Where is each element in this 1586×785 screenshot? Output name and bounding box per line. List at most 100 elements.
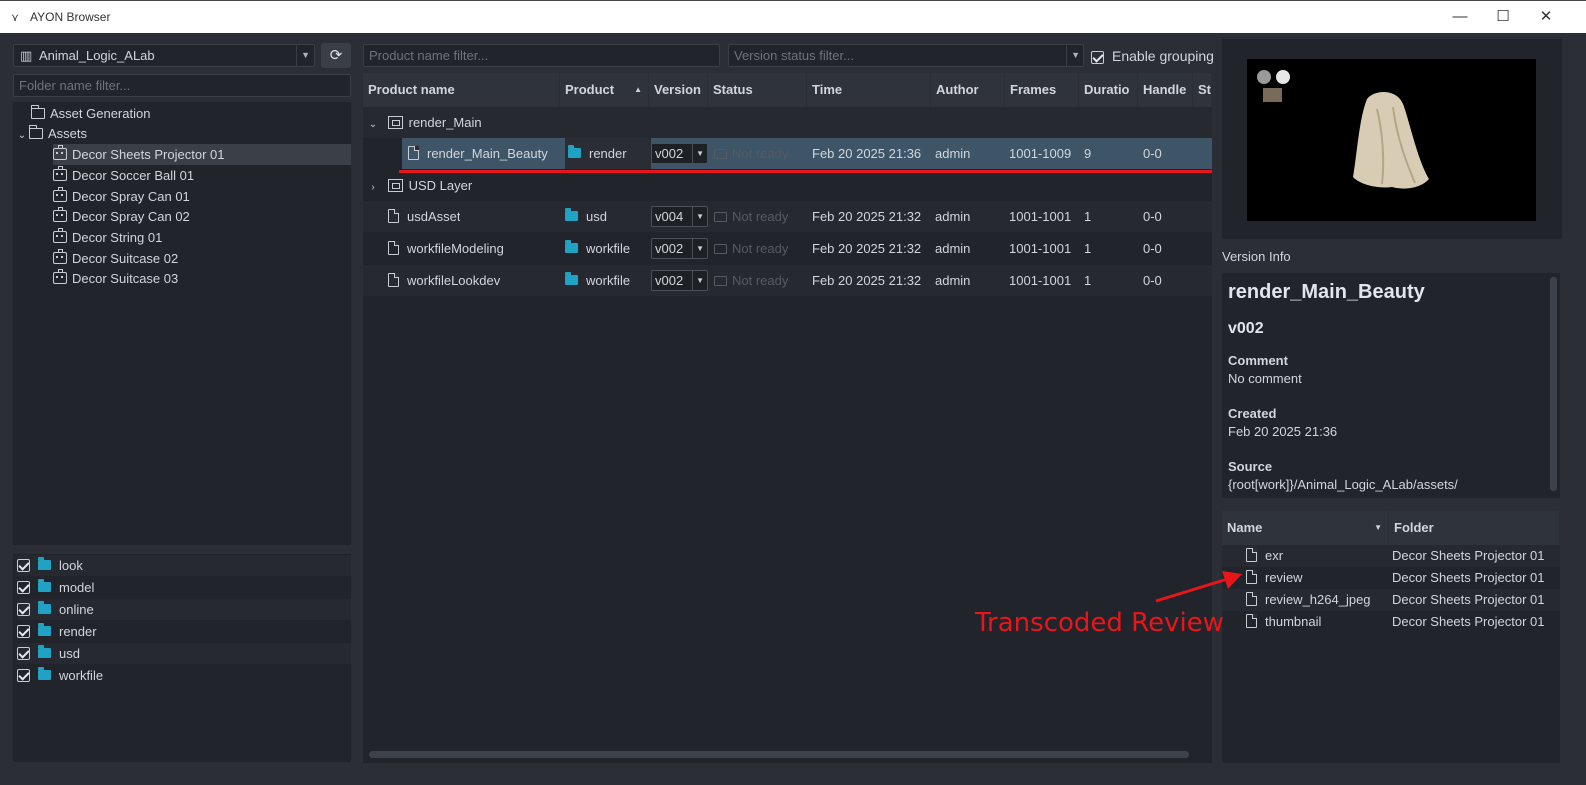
product-type-item[interactable]: workfile	[17, 665, 103, 686]
ayon-logo-icon: ⋎	[11, 12, 20, 24]
checkbox-checked-icon[interactable]	[17, 581, 30, 594]
product-name-cell: workfileModeling	[388, 233, 504, 264]
table-row[interactable]: workfileModeling workfile v002 ▼ Not read…	[363, 233, 1212, 264]
group-label: USD Layer	[408, 178, 473, 193]
column-header[interactable]: Product name	[363, 73, 560, 107]
duration-cell: 9	[1084, 146, 1092, 161]
frames-cell: 1001-1001	[1009, 241, 1072, 256]
asset-label: Decor Sheets Projector 01	[72, 147, 225, 162]
product-type-item[interactable]: look	[17, 555, 351, 576]
product-type-item[interactable]: online	[17, 599, 351, 620]
version-status-filter[interactable]: Version status filter... ▼	[728, 44, 1084, 67]
checkbox-checked-icon[interactable]	[17, 559, 30, 572]
asset-item[interactable]: Decor Sheets Projector 01	[53, 144, 351, 165]
chevron-down-icon[interactable]: ⌄	[15, 125, 29, 146]
group-row[interactable]: › USD Layer	[363, 172, 1212, 200]
representation-row[interactable]: review_h264_jpeg Decor Sheets Projector 0…	[1222, 589, 1560, 611]
comment-value: No comment	[1228, 371, 1302, 386]
refresh-button[interactable]: ⟳	[321, 43, 351, 68]
table-row[interactable]: usdAsset usd v004 ▼ Not ready Feb 20 2025…	[363, 201, 1212, 232]
product-type-item[interactable]: usd	[17, 643, 351, 664]
checkbox-checked-icon[interactable]	[1091, 51, 1104, 64]
folder-icon	[38, 601, 51, 614]
status-badge-icon	[714, 244, 727, 254]
horizontal-scrollbar[interactable]	[369, 751, 1189, 758]
version-selector[interactable]: v002 ▼	[651, 143, 708, 164]
column-header[interactable]: Status	[708, 73, 807, 107]
checkbox-checked-icon[interactable]	[17, 603, 30, 616]
folder-item-asset-generation[interactable]: Asset Generation	[31, 103, 150, 124]
asset-label: Decor Spray Can 01	[72, 189, 190, 204]
column-header[interactable]: Name ▼	[1222, 511, 1389, 545]
product-type-cell: usd	[565, 201, 607, 232]
checkbox-checked-icon[interactable]	[17, 647, 30, 660]
product-type-item[interactable]: model	[17, 577, 94, 598]
product-type: render	[589, 146, 627, 161]
column-label: Product	[565, 82, 615, 97]
product-name-cell: render_Main_Beauty	[408, 138, 548, 169]
folder-item-assets[interactable]: ⌄ Assets	[15, 123, 87, 144]
asset-icon	[53, 207, 67, 222]
column-header[interactable]: Frames	[1005, 73, 1079, 107]
column-header[interactable]: Handle	[1138, 73, 1193, 107]
frames-cell: 1001-1001	[1009, 209, 1072, 224]
folder-icon	[565, 240, 578, 253]
color-chart-icon	[1263, 88, 1282, 102]
asset-label: Decor Soccer Ball 01	[72, 168, 195, 183]
grouping-checkbox[interactable]: Enable grouping	[1091, 46, 1214, 66]
version-info-scrollbar[interactable]	[1550, 277, 1557, 491]
column-header[interactable]: Author	[931, 73, 1005, 107]
version-value: v002	[655, 273, 684, 288]
minimize-button[interactable]: —	[1445, 6, 1475, 28]
asset-item[interactable]: Decor Suitcase 03	[53, 268, 178, 289]
version-selector[interactable]: v002 ▼	[651, 238, 708, 259]
created-value: Feb 20 2025 21:36	[1228, 424, 1338, 439]
chevron-right-icon[interactable]: ›	[366, 174, 380, 200]
version-selector[interactable]: v002 ▼	[651, 270, 708, 291]
title-bar: ⋎ AYON Browser — ☐ ✕	[0, 0, 1586, 33]
folder-icon	[38, 623, 51, 636]
asset-label: Decor String 01	[72, 230, 163, 245]
column-header[interactable]: St	[1193, 73, 1212, 107]
asset-item[interactable]: Decor String 01	[53, 227, 162, 248]
column-header[interactable]: Folder	[1389, 511, 1560, 545]
asset-item[interactable]: Decor Suitcase 02	[53, 248, 178, 269]
asset-item[interactable]: Decor Soccer Ball 01	[53, 165, 194, 186]
chevron-down-icon: ▼	[692, 207, 704, 226]
checkbox-checked-icon[interactable]	[17, 669, 30, 682]
status-badge-icon	[714, 276, 727, 286]
product-name: usdAsset	[407, 209, 461, 224]
version-value: v004	[655, 209, 684, 224]
product-type-label: online	[59, 602, 94, 617]
asset-item[interactable]: Decor Spray Can 01	[53, 186, 190, 207]
asset-item[interactable]: Decor Spray Can 02	[53, 206, 190, 227]
project-selector[interactable]: ▥ Animal_Logic_ALab ▼	[13, 44, 315, 67]
column-header[interactable]: Time	[807, 73, 931, 107]
table-row[interactable]: workfileLookdev workfile v002 ▼ Not ready…	[363, 265, 1212, 296]
representation-row[interactable]: review Decor Sheets Projector 01	[1222, 567, 1560, 589]
annotation-arrow	[1155, 571, 1242, 603]
status-badge-icon	[714, 212, 727, 222]
frames-cell: 1001-1001	[1009, 273, 1072, 288]
asset-icon	[53, 228, 67, 243]
group-row[interactable]: ⌄ render_Main	[363, 107, 1212, 138]
representation-row[interactable]: thumbnail Decor Sheets Projector 01	[1222, 611, 1560, 633]
version-selector[interactable]: v004 ▼	[651, 206, 708, 227]
checkbox-checked-icon[interactable]	[17, 625, 30, 638]
folder-tree: Asset Generation ⌄ Assets Decor Sheets Pr…	[13, 102, 351, 545]
sort-up-icon: ▲	[634, 85, 642, 94]
column-header[interactable]: Product ▲	[560, 73, 649, 107]
representation-row[interactable]: exr Decor Sheets Projector 01	[1222, 545, 1560, 567]
product-name-filter-input[interactable]: Product name filter...	[363, 44, 720, 67]
folder-filter-input[interactable]: Folder name filter...	[13, 74, 351, 97]
representation-folder: Decor Sheets Projector 01	[1392, 614, 1545, 629]
chevron-down-icon[interactable]: ⌄	[366, 109, 380, 138]
product-type-label: workfile	[59, 668, 104, 683]
maximize-button[interactable]: ☐	[1488, 6, 1518, 28]
column-header[interactable]: Duratio	[1079, 73, 1138, 107]
product-type-item[interactable]: render	[17, 621, 97, 642]
close-button[interactable]: ✕	[1531, 6, 1561, 28]
table-row[interactable]: render_Main_Beauty render v002 ▼ Not read…	[402, 138, 1212, 169]
column-header[interactable]: Version	[649, 73, 708, 107]
product-type: usd	[586, 209, 607, 224]
